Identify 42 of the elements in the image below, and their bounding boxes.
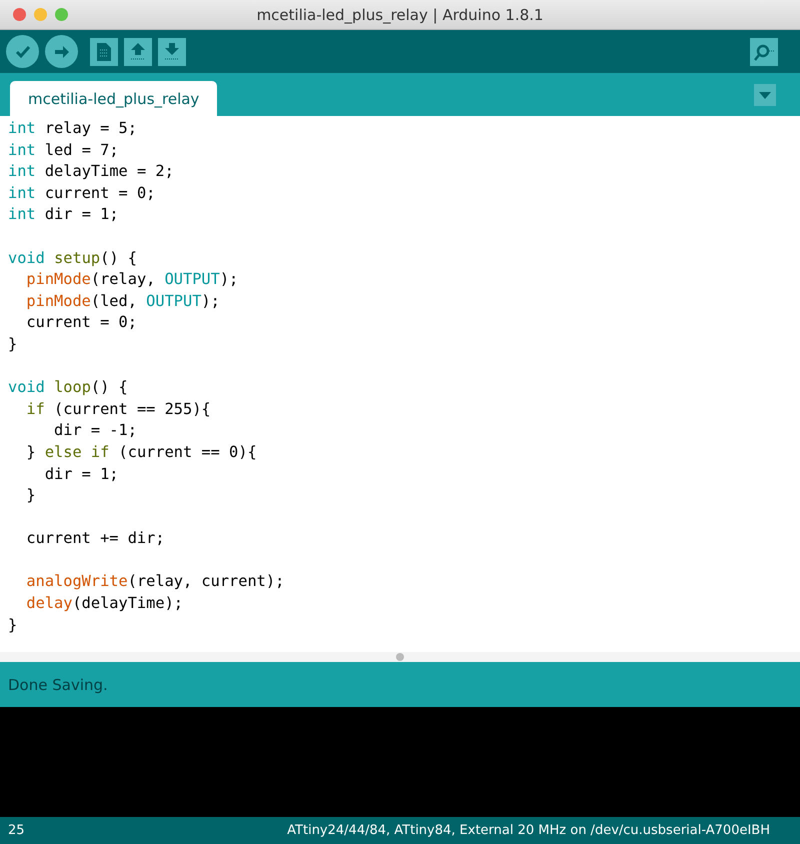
maximize-button[interactable] (55, 8, 68, 21)
code-line: if (current == 255){ (25, 398, 211, 420)
code-line: pinMode(relay, OUTPUT); (25, 269, 238, 290)
code-line: dir = -1; (53, 420, 137, 442)
board-info: ATtiny24/44/84, ATtiny84, External 20 MHz on /dev/cu.usbserial-A700eIBH (287, 823, 770, 838)
splitter-handle[interactable] (396, 653, 404, 661)
code-line: current = 0; (25, 312, 137, 334)
code-line: } (8, 614, 18, 636)
code-line: } (25, 485, 36, 506)
checkmark-icon (14, 44, 30, 58)
window-title: mcetilia-led_plus_relay | Arduino 1.8.1 (256, 6, 544, 24)
open-button[interactable] (124, 38, 152, 66)
close-button[interactable] (13, 8, 26, 21)
code-line: void setup() { (8, 248, 137, 269)
right-arrow-icon (54, 44, 70, 58)
code-line: pinMode(led, OUTPUT); (25, 290, 220, 312)
verify-button[interactable] (6, 35, 39, 68)
magnifier-icon (754, 42, 774, 60)
code-line: int led = 7; (8, 140, 119, 161)
down-arrow-icon (164, 42, 180, 60)
code-line: int relay = 5; (8, 118, 137, 139)
tab-menu-button[interactable] (754, 84, 776, 106)
caret-icon (759, 92, 771, 98)
code-line: delay(delayTime); (25, 593, 183, 614)
code-line: } else if (current == 0){ (25, 442, 257, 463)
code-line: void loop() { (8, 377, 128, 398)
code-line: } (8, 334, 18, 355)
serial-monitor-button[interactable] (750, 38, 778, 66)
code-line: analogWrite(relay, current); (25, 571, 284, 592)
code-line: int current = 0; (8, 182, 156, 204)
code-line: current += dir; (25, 528, 165, 550)
line-number: 25 (8, 823, 25, 838)
status-message: Done Saving. (8, 676, 108, 694)
code-line: dir = 1; (44, 464, 119, 484)
up-arrow-icon (130, 42, 146, 60)
upload-button[interactable] (45, 35, 78, 68)
new-button[interactable] (90, 38, 118, 66)
save-button[interactable] (158, 38, 186, 66)
code-line: int dir = 1; (8, 204, 119, 226)
code-line: int delayTime = 2; (8, 161, 174, 182)
document-icon (97, 42, 111, 60)
editor-tab[interactable]: mcetilia-led_plus_relay (10, 81, 218, 116)
